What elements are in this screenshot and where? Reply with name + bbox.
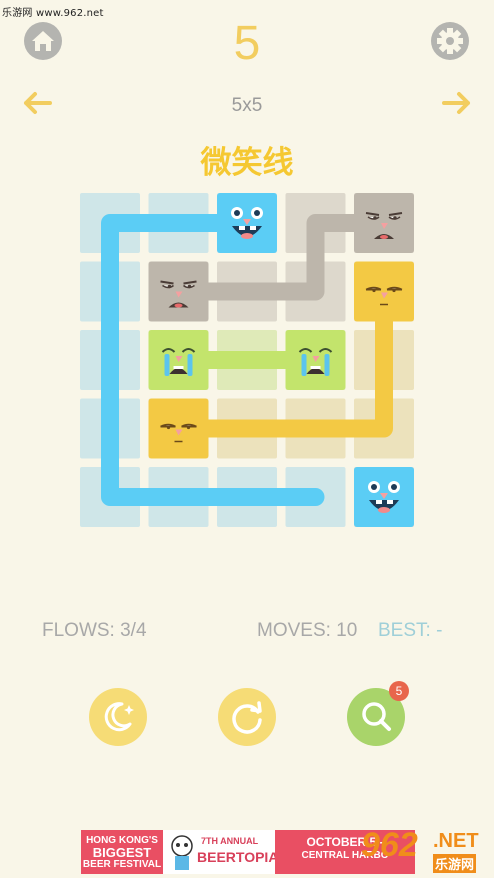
face-tile-gray[interactable]: [354, 193, 414, 253]
face-tile-bg: [354, 261, 414, 322]
face-feature: [254, 210, 260, 216]
face-feature: [391, 484, 397, 490]
face-feature: [380, 235, 388, 239]
restart-icon: [218, 688, 276, 746]
face-feature: [234, 210, 240, 216]
face-tile-gray[interactable]: [148, 261, 209, 322]
site-logo-watermark: 962 .NET 乐游网: [361, 826, 489, 874]
face-feature: [371, 484, 377, 490]
face-feature: [174, 303, 183, 308]
ad-text: BIGGEST: [92, 845, 152, 860]
ad-segment-beertopia: 7TH ANNUAL BEERTOPIA: [163, 830, 275, 874]
face-feature: [301, 354, 307, 376]
face-tile-blue[interactable]: [354, 467, 414, 527]
flows-counter: FLOWS: 3/4: [42, 620, 147, 641]
face-feature: [372, 288, 376, 293]
ad-segment-festival: HONG KONG'S BIGGEST BEER FESTIVAL: [81, 830, 163, 874]
logo-text: 962: [361, 826, 418, 864]
mascot-icon: [171, 835, 193, 870]
face-feature: [393, 216, 397, 220]
face-feature: [241, 233, 253, 239]
night-mode-button[interactable]: [89, 688, 147, 746]
ad-text: 7TH ANNUAL: [201, 836, 259, 846]
ad-text: BEER FESTIVAL: [82, 859, 162, 870]
face-tile-yellow[interactable]: [354, 261, 414, 322]
face-feature: [167, 284, 172, 289]
face-feature: [310, 366, 321, 369]
face-feature: [324, 354, 330, 376]
restart-button[interactable]: [218, 688, 276, 746]
face-tile-yellow[interactable]: [148, 398, 209, 459]
face-feature: [166, 425, 171, 430]
face-feature: [164, 354, 170, 376]
face-feature: [239, 226, 245, 230]
best-score: BEST: -: [378, 620, 443, 641]
face-tile-bg: [148, 398, 209, 459]
face-feature: [187, 354, 193, 376]
face-tile-blue[interactable]: [217, 193, 277, 253]
face-feature: [186, 425, 191, 430]
face-feature: [187, 284, 192, 289]
hint-count-badge: 5: [389, 681, 409, 701]
logo-text: .NET: [433, 830, 479, 852]
flow-line-gray[interactable]: [169, 214, 393, 301]
face-feature: [250, 226, 256, 230]
puzzle-board[interactable]: [0, 0, 494, 600]
face-tile-green[interactable]: [285, 330, 346, 390]
face-tile-green[interactable]: [148, 330, 209, 390]
face-feature: [173, 366, 184, 369]
moon-stars-icon: [89, 688, 147, 746]
face-feature: [378, 507, 390, 513]
moves-counter: MOVES: 10: [257, 620, 358, 641]
face-feature: [387, 500, 393, 504]
face-feature: [373, 216, 377, 220]
ad-text: BEERTOPIA: [197, 849, 275, 865]
face-feature: [376, 500, 382, 504]
logo-text: 乐游网: [433, 854, 477, 873]
face-feature: [392, 288, 396, 293]
